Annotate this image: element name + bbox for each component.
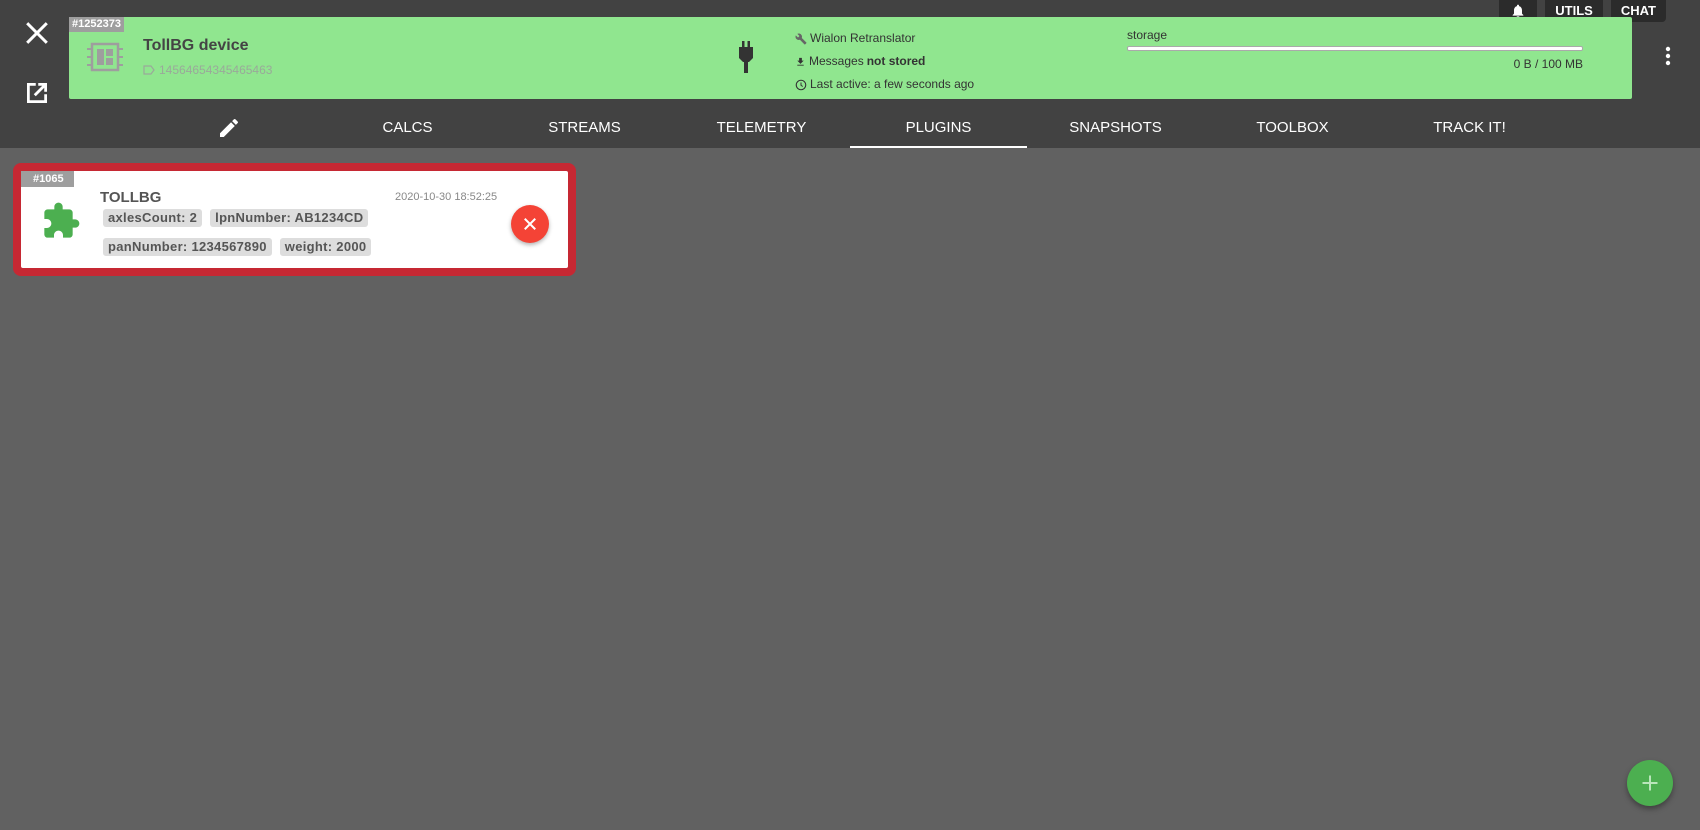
tab-calcs[interactable]: CALCS xyxy=(319,108,496,148)
device-name: TollBG device xyxy=(143,37,249,54)
field-lpn-number: lpnNumber: AB1234CD xyxy=(210,209,369,227)
device-ident: 14564654345465463 xyxy=(143,63,272,77)
plug-icon xyxy=(739,41,753,73)
tab-toolbox[interactable]: TOOLBOX xyxy=(1204,108,1381,148)
delete-plugin-button[interactable] xyxy=(511,205,549,243)
plugin-fields: axlesCount: 2 lpnNumber: AB1234CD panNum… xyxy=(103,209,433,267)
tag-icon xyxy=(143,65,155,75)
field-pan-number: panNumber: 1234567890 xyxy=(103,238,272,256)
device-ident-value: 14564654345465463 xyxy=(159,63,273,77)
storage-label: storage xyxy=(1127,28,1168,42)
plugin-title: TOLLBG xyxy=(100,189,162,206)
clock-icon xyxy=(795,79,807,90)
device-info: Wialon Retranslator Messages not stored … xyxy=(795,27,974,96)
add-plugin-button[interactable] xyxy=(1627,760,1673,806)
tab-telemetry[interactable]: TELEMETRY xyxy=(673,108,850,148)
storage-bar xyxy=(1127,46,1583,51)
storage-size: 0 B / 100 MB xyxy=(1513,57,1583,71)
close-icon[interactable] xyxy=(22,18,52,48)
messages-row: Messages not stored xyxy=(795,50,974,73)
last-active: Last active: a few seconds ago xyxy=(810,77,975,91)
protocol-name: Wialon Retranslator xyxy=(810,31,916,45)
tab-plugins[interactable]: PLUGINS xyxy=(850,108,1027,148)
puzzle-icon xyxy=(44,202,80,238)
plugin-id-tag: #1065 xyxy=(21,171,74,187)
messages-label: Messages xyxy=(809,54,864,68)
field-axles-count: axlesCount: 2 xyxy=(103,209,203,227)
device-id-tag: #1252373 xyxy=(69,17,124,32)
top-bar: UTILS CHAT #1252373 TollBG device 145646… xyxy=(0,0,1700,148)
download-icon xyxy=(797,57,804,66)
last-active-row: Last active: a few seconds ago xyxy=(795,73,974,96)
field-weight: weight: 2000 xyxy=(279,238,372,256)
more-vert-icon[interactable] xyxy=(1656,44,1680,68)
plugin-field-row: axlesCount: 2 lpnNumber: AB1234CD xyxy=(103,209,433,227)
plugin-field-row: panNumber: 1234567890 weight: 2000 xyxy=(103,238,433,256)
plus-icon xyxy=(1642,775,1658,791)
tab-snapshots[interactable]: SNAPSHOTS xyxy=(1027,108,1204,148)
plugin-card-highlight: #1065 TOLLBG 2020-10-30 18:52:25 axlesCo… xyxy=(13,163,576,276)
tab-track-it[interactable]: TRACK IT! xyxy=(1381,108,1558,148)
tab-bar: CALCS STREAMS TELEMETRY PLUGINS SNAPSHOT… xyxy=(0,108,1700,148)
tab-streams[interactable]: STREAMS xyxy=(496,108,673,148)
chip-icon xyxy=(87,42,123,72)
messages-status: not stored xyxy=(866,54,926,68)
close-icon xyxy=(524,218,536,230)
plugin-date: 2020-10-30 18:52:25 xyxy=(395,191,498,203)
device-card[interactable]: #1252373 TollBG device 14564654345465463 xyxy=(69,17,1632,99)
storage-block: storage 0 B / 100 MB xyxy=(1127,28,1583,71)
protocol-row: Wialon Retranslator xyxy=(795,27,974,50)
plugin-card[interactable]: #1065 TOLLBG 2020-10-30 18:52:25 axlesCo… xyxy=(21,171,568,268)
wrench-icon xyxy=(795,33,807,44)
open-external-icon[interactable] xyxy=(22,78,52,108)
